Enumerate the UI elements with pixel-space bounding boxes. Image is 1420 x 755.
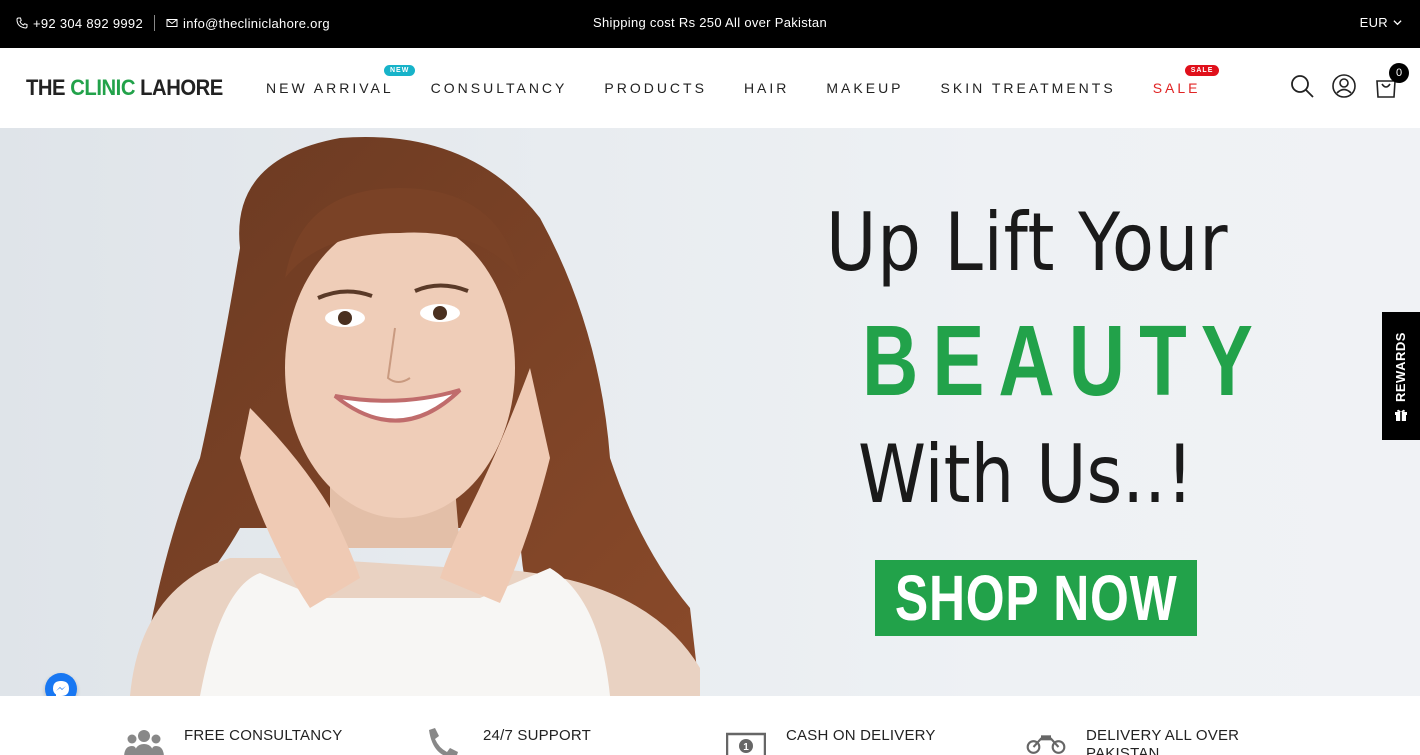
feature-free-consultancy: FREE CONSULTANCY xyxy=(124,726,344,755)
nav-item-products[interactable]: PRODUCTS xyxy=(604,80,707,96)
feature-label: CASH ON DELIVERY xyxy=(786,727,936,744)
hero-banner[interactable]: Up Lift Your BEAUTY With Us..! SHOP NOW xyxy=(0,128,1420,696)
shop-now-label: SHOP NOW xyxy=(894,562,1178,634)
motorbike-icon xyxy=(1026,735,1066,754)
chevron-down-icon xyxy=(1393,20,1402,26)
feature-label: 24/7 SUPPORT xyxy=(483,727,592,744)
feature-delivery-pakistan: DELIVERY ALL OVER PAKISTAN xyxy=(1026,726,1246,755)
svg-text:1: 1 xyxy=(743,742,749,753)
rewards-tab[interactable]: REWARDS xyxy=(1382,312,1420,440)
features-strip: FREE CONSULTANCY 24/7 SUPPORT 1 CASH ON … xyxy=(0,696,1420,755)
shop-now-button[interactable]: SHOP NOW xyxy=(875,560,1197,636)
nav-label: SALE xyxy=(1152,80,1201,96)
sale-badge: SALE xyxy=(1184,65,1220,76)
nav-item-hair[interactable]: HAIR xyxy=(744,80,789,96)
hero-headline-line1: Up Lift Your xyxy=(826,196,1229,289)
nav-item-consultancy[interactable]: CONSULTANCY xyxy=(431,80,568,96)
hero-headline-beauty: BEAUTY xyxy=(862,305,1267,417)
shipping-announcement: Shipping cost Rs 250 All over Pakistan xyxy=(593,15,827,30)
feature-support: 24/7 SUPPORT xyxy=(423,726,643,755)
nav-item-sale[interactable]: SALE SALE xyxy=(1152,65,1220,96)
nav-label: CONSULTANCY xyxy=(430,80,568,96)
cart-count-badge: 0 xyxy=(1389,63,1409,83)
nav-label: SKIN TREATMENTS xyxy=(940,80,1116,96)
cash-icon: 1 xyxy=(726,732,766,755)
nav-label: NEW ARRIVAL xyxy=(266,80,394,96)
nav-item-skin-treatments[interactable]: SKIN TREATMENTS xyxy=(941,80,1116,96)
phone-icon xyxy=(429,728,458,755)
nav-label: HAIR xyxy=(743,80,790,96)
cart-button[interactable]: 0 xyxy=(1372,63,1409,100)
gift-icon xyxy=(1395,409,1407,421)
logo-text-the: THE xyxy=(26,75,71,100)
hero-headline-line3: With Us..! xyxy=(858,428,1194,521)
account-icon[interactable] xyxy=(1330,72,1358,100)
search-icon[interactable] xyxy=(1288,72,1316,100)
nav-label: MAKEUP xyxy=(826,80,904,96)
feature-label: FREE CONSULTANCY xyxy=(184,727,343,744)
currency-selector[interactable]: EUR xyxy=(1360,15,1402,30)
nav-label: PRODUCTS xyxy=(604,80,707,96)
nav-item-new-arrival[interactable]: NEW ARRIVAL NEW xyxy=(266,65,416,96)
feature-cash-on-delivery: 1 CASH ON DELIVERY xyxy=(726,726,946,755)
new-badge: NEW xyxy=(384,65,416,76)
rewards-label: REWARDS xyxy=(1393,332,1408,402)
nav-item-makeup[interactable]: MAKEUP xyxy=(826,80,903,96)
feature-label: DELIVERY ALL OVER PAKISTAN xyxy=(1086,727,1240,755)
logo-text-clinic: CLINIC xyxy=(70,75,135,100)
site-header: THE CLINIC LAHORE NEW ARRIVAL NEW CONSUL… xyxy=(0,48,1420,128)
header-icons: 0 xyxy=(1274,63,1409,100)
currency-label: EUR xyxy=(1359,15,1388,30)
site-logo[interactable]: THE CLINIC LAHORE xyxy=(26,75,223,101)
hero-model-image xyxy=(130,137,700,696)
logo-text-lahore: LAHORE xyxy=(134,75,223,100)
main-nav: NEW ARRIVAL NEW CONSULTANCY PRODUCTS HAI… xyxy=(266,65,1238,96)
top-bar: +92 304 892 9992 info@thecliniclahore.or… xyxy=(0,0,1420,48)
people-icon xyxy=(124,730,164,755)
